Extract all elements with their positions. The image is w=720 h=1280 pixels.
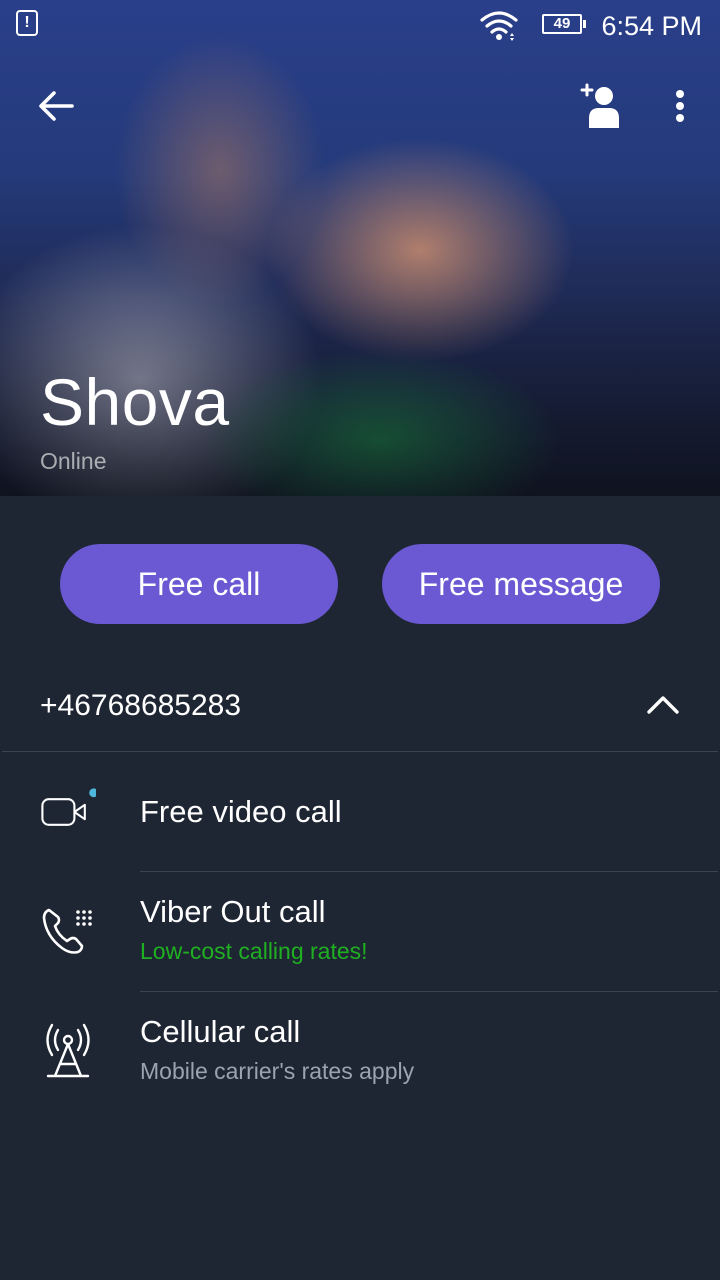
viber-out-call-option[interactable]: Viber Out call Low-cost calling rates! <box>0 872 720 990</box>
free-message-button[interactable]: Free message <box>382 544 660 624</box>
contact-photo: ! 49 6:54 PM Shova Online <box>0 0 720 496</box>
add-contact-icon[interactable] <box>578 82 622 130</box>
battery-icon: 49 <box>542 14 586 34</box>
option-title: Viber Out call <box>140 894 326 929</box>
phone-number: +46768685283 <box>40 689 242 722</box>
cell-tower-icon <box>46 1023 90 1078</box>
phone-number-row[interactable]: +46768685283 <box>0 660 720 752</box>
more-vert-icon[interactable] <box>668 86 692 126</box>
free-video-call-option[interactable]: Free video call <box>0 754 720 872</box>
free-call-button[interactable]: Free call <box>60 544 338 624</box>
contact-name: Shova <box>40 365 230 439</box>
cellular-call-option[interactable]: Cellular call Mobile carrier's rates app… <box>0 992 720 1110</box>
option-title: Free video call <box>140 794 342 829</box>
wifi-icon <box>480 11 518 41</box>
back-arrow-icon[interactable] <box>36 86 76 126</box>
divider <box>2 751 718 752</box>
sim-alert-icon: ! <box>16 10 38 36</box>
video-camera-icon <box>41 788 96 826</box>
option-subtitle: Low-cost calling rates! <box>140 938 368 964</box>
contact-status: Online <box>40 448 107 474</box>
option-title: Cellular call <box>140 1014 301 1049</box>
status-bar: ! 49 6:54 PM <box>0 0 720 52</box>
chevron-up-icon[interactable] <box>646 690 680 718</box>
phone-dial-icon <box>42 908 92 954</box>
status-time: 6:54 PM <box>601 11 702 41</box>
option-subtitle: Mobile carrier's rates apply <box>140 1058 415 1084</box>
